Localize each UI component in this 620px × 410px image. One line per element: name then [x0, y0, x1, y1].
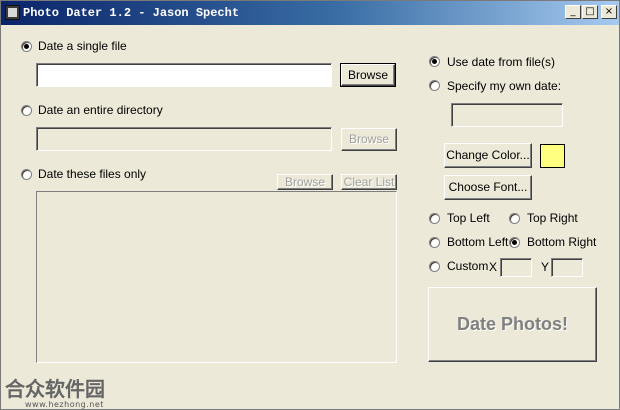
x-input[interactable]	[500, 258, 532, 277]
single-file-browse-button[interactable]: Browse	[340, 63, 396, 87]
files-label: Date these files only	[38, 167, 147, 181]
top-right-label: Top Right	[527, 211, 578, 225]
title-bar[interactable]: Photo Dater 1.2 - Jason Specht _ □ ×	[1, 1, 619, 25]
use-file-date-label: Use date from file(s)	[447, 55, 556, 69]
own-date-radio[interactable]	[429, 80, 440, 91]
own-date-input[interactable]	[451, 103, 563, 127]
date-photos-button[interactable]: Date Photos!	[428, 287, 597, 362]
bottom-left-label: Bottom Left	[447, 235, 509, 249]
bottom-right-label: Bottom Right	[527, 235, 597, 249]
bottom-right-radio[interactable]	[509, 237, 520, 248]
app-icon	[5, 5, 20, 20]
top-left-radio[interactable]	[429, 213, 440, 224]
app-window: Photo Dater 1.2 - Jason Specht _ □ × Dat…	[0, 0, 620, 410]
own-date-label: Specify my own date:	[447, 79, 562, 93]
files-radio[interactable]	[21, 169, 32, 180]
single-file-label: Date a single file	[38, 39, 127, 53]
y-input[interactable]	[551, 258, 583, 277]
x-label: X	[489, 260, 498, 274]
y-label: Y	[541, 260, 550, 274]
color-swatch[interactable]	[540, 144, 565, 168]
custom-radio[interactable]	[429, 261, 440, 272]
minimize-button[interactable]: _	[565, 5, 581, 19]
close-button[interactable]: ×	[601, 5, 617, 19]
top-left-label: Top Left	[447, 211, 490, 225]
watermark-url: www.hezhong.net	[25, 400, 104, 409]
single-file-input[interactable]	[36, 63, 332, 87]
watermark-logo-text: 合众软件园	[5, 377, 105, 401]
use-file-date-radio[interactable]	[429, 56, 440, 67]
top-right-radio[interactable]	[509, 213, 520, 224]
directory-browse-button[interactable]: Browse	[341, 128, 397, 151]
files-browse-button[interactable]: Browse	[277, 174, 333, 190]
directory-radio[interactable]	[21, 105, 32, 116]
directory-input[interactable]	[36, 127, 332, 151]
directory-label: Date an entire directory	[38, 103, 163, 117]
clear-list-button[interactable]: Clear List	[341, 174, 397, 190]
maximize-button[interactable]: □	[582, 5, 598, 19]
bottom-left-radio[interactable]	[429, 237, 440, 248]
window-title: Photo Dater 1.2 - Jason Specht	[23, 6, 240, 20]
choose-font-button[interactable]: Choose Font...	[444, 175, 532, 200]
change-color-button[interactable]: Change Color...	[444, 143, 532, 168]
files-list[interactable]	[36, 191, 397, 363]
single-file-radio[interactable]	[21, 41, 32, 52]
custom-label: Custom	[447, 259, 489, 273]
